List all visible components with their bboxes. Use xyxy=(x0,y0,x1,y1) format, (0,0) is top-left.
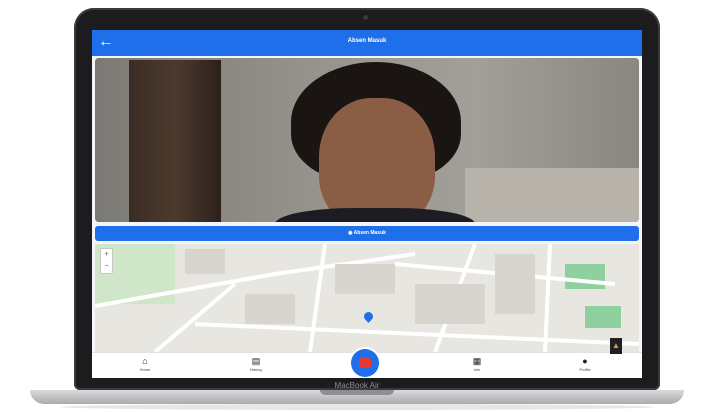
page-title: Absen Masuk xyxy=(347,38,387,44)
calendar-icon: ▦ xyxy=(472,356,482,366)
camera-fab-icon xyxy=(359,358,371,368)
map-building xyxy=(415,284,485,324)
map-streets xyxy=(95,244,639,352)
document-icon: ▤ xyxy=(251,356,261,366)
map-road xyxy=(194,322,639,346)
laptop-lid: ← Absen Masuk ◉ Absen Masuk + − ⌂ Home ▤… xyxy=(74,8,660,390)
map-green-block xyxy=(565,264,605,289)
camera-subject-face xyxy=(319,98,435,222)
webcam-dot xyxy=(363,15,368,20)
bottom-nav: ⌂ Home ▤ History ▦ Izin ● Profile xyxy=(92,349,642,378)
camera-preview xyxy=(95,58,639,222)
camera-fab-button[interactable] xyxy=(351,349,379,377)
nav-item-home[interactable]: ⌂ Home xyxy=(120,356,170,373)
map-green-block xyxy=(585,306,621,328)
app-bar: ← Absen Masuk xyxy=(92,30,642,56)
camera-icon: ◉ xyxy=(348,230,353,236)
device-brand-label: MacBook Air xyxy=(334,381,380,390)
map-building xyxy=(245,294,295,324)
checkin-button-label: Absen Masuk xyxy=(353,230,386,236)
nav-label-izin: Izin xyxy=(473,367,481,372)
zoom-out-button[interactable]: − xyxy=(101,261,112,273)
laptop-base xyxy=(30,390,684,404)
camera-shelf xyxy=(465,168,639,222)
map-road xyxy=(543,244,552,352)
zoom-in-button[interactable]: + xyxy=(101,249,112,261)
warning-icon[interactable]: ▲ xyxy=(610,338,622,354)
map-building xyxy=(335,264,395,294)
app-screen: ← Absen Masuk ◉ Absen Masuk + − ⌂ Home ▤… xyxy=(92,30,642,378)
laptop-shadow xyxy=(60,404,654,410)
nav-label-profile: Profile xyxy=(579,367,591,372)
nav-label-home: Home xyxy=(139,367,151,372)
camera-door xyxy=(129,60,221,222)
checkin-button[interactable]: ◉ Absen Masuk xyxy=(95,226,639,241)
nav-label-history: History xyxy=(249,367,263,372)
home-icon: ⌂ xyxy=(142,356,148,366)
map-building xyxy=(185,249,225,274)
laptop-notch xyxy=(320,390,394,395)
user-icon: ● xyxy=(582,356,588,366)
location-map[interactable]: + − xyxy=(95,244,639,352)
map-road xyxy=(308,244,327,352)
map-building xyxy=(495,254,535,314)
nav-item-izin[interactable]: ▦ Izin xyxy=(452,356,502,373)
nav-item-profile[interactable]: ● Profile xyxy=(560,356,610,373)
map-zoom-control: + − xyxy=(100,248,113,274)
nav-item-history[interactable]: ▤ History xyxy=(231,356,281,373)
